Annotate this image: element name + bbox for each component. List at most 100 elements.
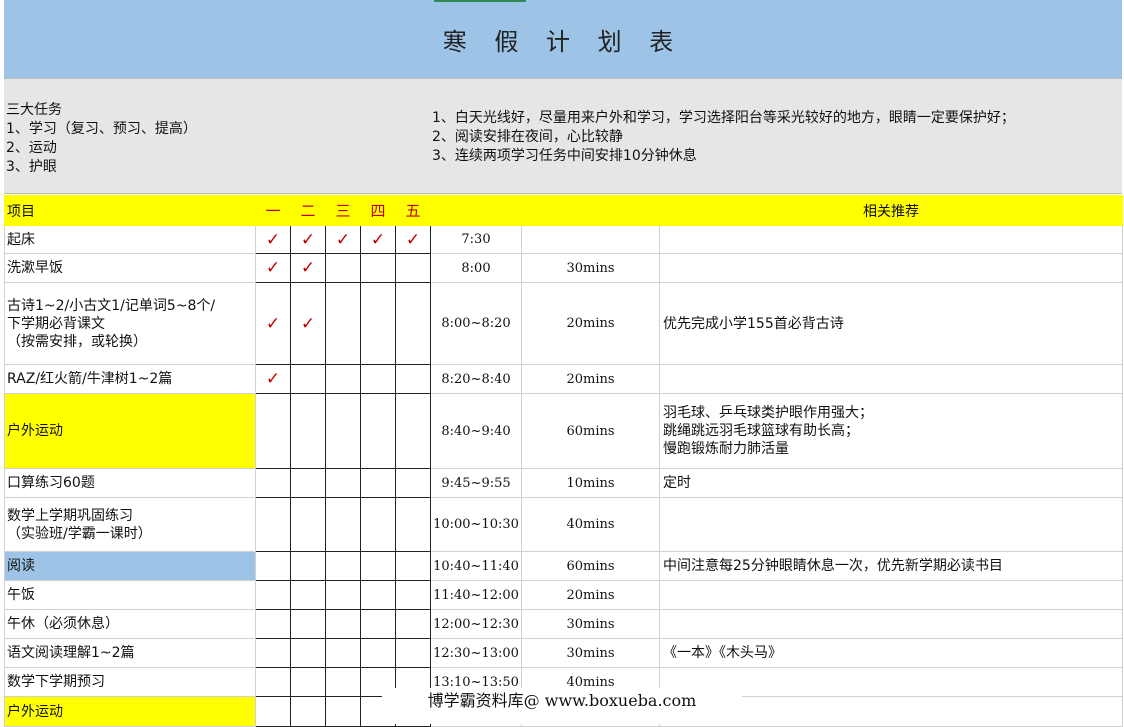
day-cell[interactable]: [255, 580, 291, 610]
day-cell[interactable]: [290, 638, 326, 668]
day-cell[interactable]: [290, 551, 326, 581]
check-icon: ✓: [265, 313, 281, 334]
row-recommend: 羽毛球、乒乓球类护眼作用强大； 跳绳跳远羽毛球篮球有助长高； 慢跑锻炼耐力肺活量: [659, 393, 1123, 469]
day-cell[interactable]: [325, 551, 361, 581]
day-cell[interactable]: ✓: [255, 253, 291, 283]
row-item: 阅读: [4, 551, 256, 581]
page-title: 寒 假 计 划 表: [442, 27, 684, 56]
day-cell[interactable]: ✓: [325, 225, 361, 254]
note-item: 1、白天光线好，尽量用来户外和学习，学习选择阳台等采光较好的地方，眼睛一定要保护…: [432, 110, 1015, 126]
row-duration: [521, 225, 660, 254]
day-cell[interactable]: [325, 497, 361, 552]
row-duration: 30mins: [521, 253, 660, 283]
day-cell[interactable]: [325, 696, 361, 727]
row-item-line: 口算练习60题: [7, 475, 95, 491]
plan-table: 项目 一 二 三 四 五 相关推荐 起床 ✓ ✓ ✓ ✓ ✓ 7:30 洗漱早饭 ✓ ✓ 8:00 3…: [4, 195, 1123, 727]
day-cell[interactable]: [325, 364, 361, 394]
day-cell[interactable]: [290, 667, 326, 697]
day-cell[interactable]: [325, 282, 361, 365]
row-recommend-line: 跳绳跳远羽毛球篮球有助长高；: [663, 423, 859, 439]
row-recommend: [659, 497, 1123, 552]
row-recommend: [659, 609, 1123, 639]
day-cell[interactable]: [290, 609, 326, 639]
check-icon: ✓: [265, 258, 281, 278]
day-cell[interactable]: [290, 580, 326, 610]
day-cell[interactable]: [395, 253, 431, 283]
day-cell[interactable]: [360, 253, 396, 283]
row-time: 7:30: [430, 225, 522, 254]
day-cell[interactable]: [360, 497, 396, 552]
day-cell[interactable]: [360, 580, 396, 610]
row-recommend: 《一本》《木头马》: [659, 638, 1123, 668]
row-item-line: 数学上学期巩固练习: [7, 507, 133, 524]
day-cell[interactable]: [395, 468, 431, 498]
day-cell[interactable]: ✓: [290, 225, 326, 254]
day-cell[interactable]: [395, 497, 431, 552]
day-cell[interactable]: ✓: [395, 225, 431, 254]
day-cell[interactable]: [290, 468, 326, 498]
day-cell[interactable]: [395, 393, 431, 469]
day-cell[interactable]: ✓: [255, 282, 291, 365]
day-cell[interactable]: [325, 468, 361, 498]
day-cell[interactable]: [255, 696, 291, 727]
row-item: 起床: [4, 225, 256, 254]
day-cell[interactable]: [325, 667, 361, 697]
row-item-line: 数学下学期预习: [7, 674, 105, 690]
day-cell[interactable]: [325, 393, 361, 469]
row-duration: 20mins: [521, 364, 660, 394]
day-cell[interactable]: [395, 638, 431, 668]
table-row: 起床 ✓ ✓ ✓ ✓ ✓ 7:30: [4, 225, 1123, 254]
day-cell[interactable]: ✓: [360, 225, 396, 254]
day-cell[interactable]: [255, 609, 291, 639]
day-cell[interactable]: ✓: [255, 364, 291, 394]
row-duration: 30mins: [521, 638, 660, 668]
day-cell[interactable]: [255, 497, 291, 552]
day-cell[interactable]: [290, 393, 326, 469]
day-cell[interactable]: [255, 393, 291, 469]
day-cell[interactable]: ✓: [290, 253, 326, 283]
row-recommend: 定时: [659, 468, 1123, 498]
day-cell[interactable]: [325, 580, 361, 610]
day-cell[interactable]: [290, 696, 326, 727]
row-time: 8:40~9:40: [430, 393, 522, 469]
check-icon: ✓: [370, 229, 386, 250]
row-item-line: 古诗1~2/小古文1/记单词5~8个/: [7, 297, 216, 314]
day-cell[interactable]: [325, 638, 361, 668]
day-cell[interactable]: [290, 497, 326, 552]
day-cell[interactable]: [255, 468, 291, 498]
day-cell[interactable]: [255, 638, 291, 668]
row-item: 数学上学期巩固练习 （实验班/学霸一课时）: [4, 497, 256, 552]
watermark: 博学霸资料库@ www.boxueba.com: [382, 688, 742, 724]
day-cell[interactable]: [255, 667, 291, 697]
day-cell[interactable]: [360, 638, 396, 668]
day-cell[interactable]: [395, 551, 431, 581]
day-cell[interactable]: [395, 580, 431, 610]
day-cell[interactable]: [360, 282, 396, 365]
row-recommend-line: 《一本》《木头马》: [663, 645, 782, 661]
day-cell[interactable]: [395, 282, 431, 365]
row-time: 8:00: [430, 253, 522, 283]
day-cell[interactable]: [325, 609, 361, 639]
day-cell[interactable]: [325, 253, 361, 283]
day-cell[interactable]: [360, 551, 396, 581]
table-row: 口算练习60题 9:45~9:55 10mins 定时: [4, 468, 1123, 498]
day-cell[interactable]: ✓: [290, 282, 326, 365]
row-item: 数学下学期预习: [4, 667, 256, 697]
task-item: 3、护眼: [6, 159, 57, 175]
check-icon: ✓: [265, 369, 281, 389]
header-item: 项目: [4, 195, 256, 226]
day-cell[interactable]: [360, 609, 396, 639]
row-time: 8:00~8:20: [430, 282, 522, 365]
day-cell[interactable]: [255, 551, 291, 581]
day-cell[interactable]: [360, 393, 396, 469]
check-icon: ✓: [265, 229, 281, 250]
day-cell[interactable]: [395, 609, 431, 639]
day-cell[interactable]: [290, 364, 326, 394]
day-cell[interactable]: [360, 468, 396, 498]
day-cell[interactable]: [395, 364, 431, 394]
row-item-line: （按需安排，或轮换）: [7, 333, 147, 350]
day-cell[interactable]: ✓: [255, 225, 291, 254]
row-recommend-line: 羽毛球、乒乓球类护眼作用强大；: [663, 405, 873, 421]
day-cell[interactable]: [360, 364, 396, 394]
row-recommend: [659, 253, 1123, 283]
